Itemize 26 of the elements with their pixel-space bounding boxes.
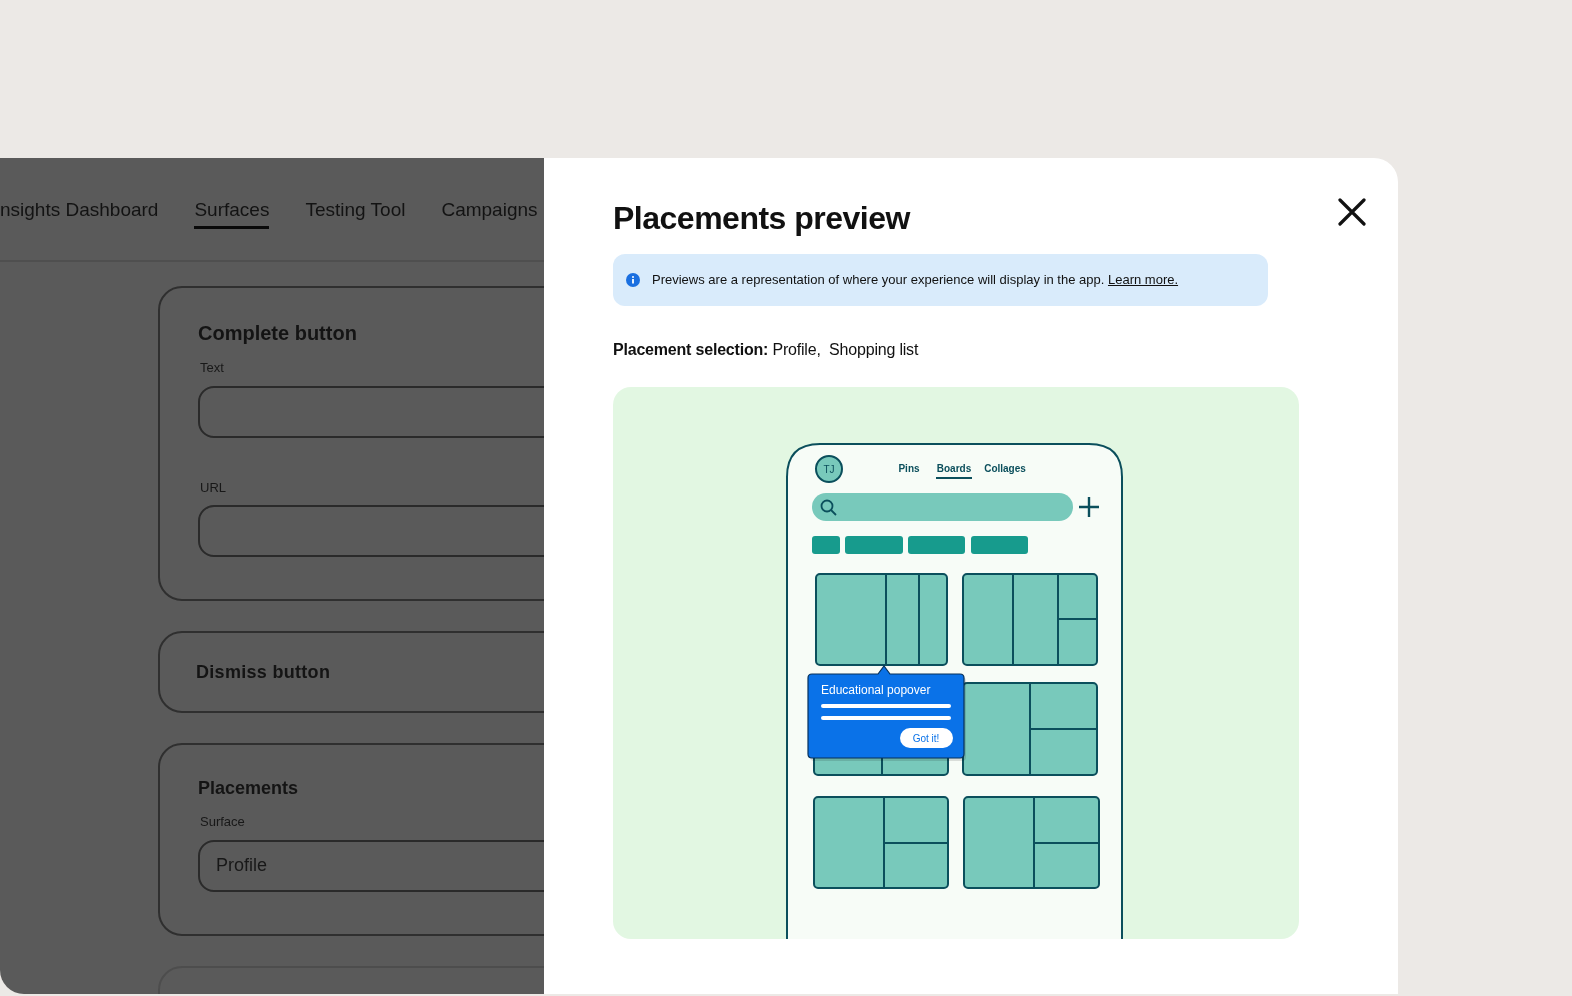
button-label: Got it!: [912, 733, 940, 744]
nav-tab[interactable]: Campaigns: [441, 195, 538, 230]
card-title: Complete button: [198, 321, 358, 346]
filter-chip: [908, 536, 965, 554]
filter-chip: [812, 536, 840, 554]
info-icon: [626, 273, 640, 287]
nav-tab[interactable]: Testing Tool: [305, 195, 406, 230]
filter-chip: [971, 536, 1028, 554]
placement-selection: Placement selection: Profile, Shopping list: [613, 340, 920, 360]
field-label: Text: [199, 359, 225, 377]
search-icon: [820, 499, 837, 516]
learn-more-link[interactable]: Learn more.: [1107, 272, 1179, 288]
filter-chip: [845, 536, 903, 554]
card-title: Placements: [198, 777, 300, 800]
field-label: Surface: [199, 813, 246, 831]
nav-tab[interactable]: Surfaces: [194, 195, 270, 230]
popover-title: Educational popover: [821, 683, 931, 697]
info-message: Previews are a representation of where your experience will display in the app. Learn more.: [652, 271, 1179, 290]
card-title: Dismiss button: [196, 660, 331, 684]
close-icon: [1338, 198, 1366, 226]
modal-title: Placements preview: [613, 199, 910, 238]
avatar-initials: TJ: [823, 464, 835, 475]
field-label: URL: [199, 478, 227, 497]
close-button[interactable]: [1336, 196, 1368, 228]
plus-icon: [1077, 495, 1101, 519]
nav-tab[interactable]: nsights Dashboard: [0, 195, 159, 230]
